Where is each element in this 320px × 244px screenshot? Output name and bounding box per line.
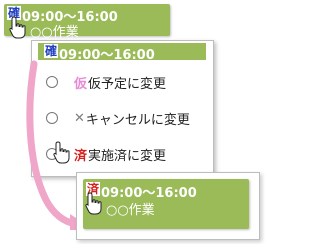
status-badge-confirmed: 確 [44,44,58,58]
hand-pointer-icon [85,192,102,215]
menu-item-label: 実施済に変更 [88,148,167,164]
menu-item-label: 仮予定に変更 [88,76,167,92]
hand-pointer-icon [9,16,26,39]
card-time: 09:00～16:00 [22,10,118,25]
menu-header-card: 確 09:00～16:00 [38,43,206,63]
card-time: 09:00～16:00 [101,186,197,201]
card-task: ○○作業 [30,25,79,40]
menu-item-label: キャンセルに変更 [85,112,190,128]
card-task: ○○作業 [106,203,155,218]
schedule-card-confirmed[interactable]: 確 09:00～16:00 ○○作業 [4,4,170,40]
schedule-card-done[interactable]: 済 09:00～16:00 ○○作業 [83,179,249,229]
hand-pointer-icon [53,141,70,164]
